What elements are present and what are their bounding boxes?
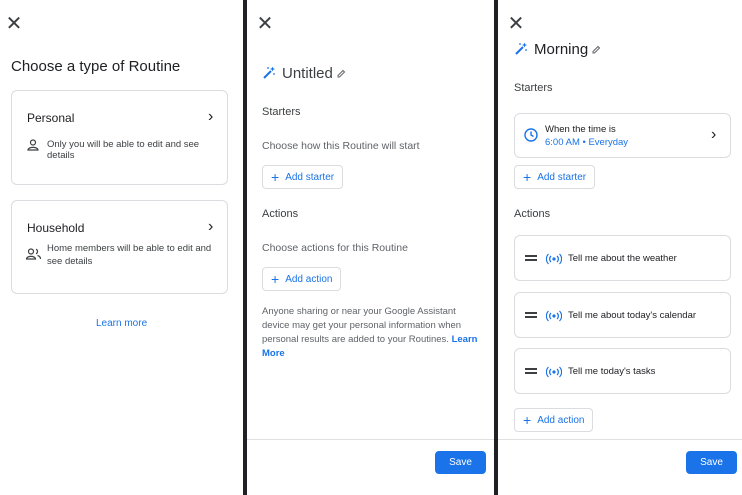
action-label: Tell me about the weather <box>568 253 677 264</box>
close-icon[interactable]: ✕ <box>506 14 526 34</box>
learn-more-link[interactable]: Learn more <box>96 318 147 329</box>
page-title: Choose a type of Routine <box>11 58 181 75</box>
add-starter-button[interactable]: + Add starter <box>514 165 596 189</box>
household-card[interactable]: Household › Home members will be able to… <box>11 200 228 294</box>
people-icon <box>26 248 41 260</box>
chevron-right-icon: › <box>208 108 214 125</box>
actions-hint: Choose actions for this Routine <box>262 242 408 254</box>
add-action-button[interactable]: + Add action <box>514 408 594 432</box>
edit-pencil-icon[interactable] <box>592 45 601 54</box>
broadcast-icon <box>546 366 562 378</box>
plus-icon: + <box>271 271 280 287</box>
footer-divider <box>498 439 742 440</box>
routine-type-screen: ✕ Choose a type of Routine Personal › On… <box>0 0 243 495</box>
drag-handle-icon[interactable] <box>525 255 537 261</box>
footer-divider <box>247 439 494 440</box>
add-starter-label: Add starter <box>285 171 335 183</box>
plus-icon: + <box>523 412 532 428</box>
disclaimer: Anyone sharing or near your Google Assis… <box>262 305 478 361</box>
chevron-right-icon: › <box>208 218 214 235</box>
action-card[interactable]: Tell me today's tasks <box>514 348 731 394</box>
edit-pencil-icon[interactable] <box>337 69 346 78</box>
magic-wand-icon <box>515 42 527 55</box>
starters-hint: Choose how this Routine will start <box>262 140 420 152</box>
add-starter-label: Add starter <box>537 171 587 183</box>
household-card-desc: Home members will be able to edit and se… <box>47 243 212 267</box>
personal-card-desc: Only you will be able to edit and see de… <box>47 139 200 161</box>
magic-wand-icon <box>263 66 275 79</box>
close-icon[interactable]: ✕ <box>255 14 275 34</box>
broadcast-icon <box>546 253 562 265</box>
drag-handle-icon[interactable] <box>525 368 537 374</box>
disclaimer-text: Anyone sharing or near your Google Assis… <box>262 306 462 345</box>
action-card[interactable]: Tell me about today's calendar <box>514 292 731 338</box>
starter-card[interactable]: When the time is 6:00 AM • Everyday › <box>514 113 731 158</box>
routine-name[interactable]: Untitled <box>282 65 333 82</box>
starter-detail: 6:00 AM • Everyday <box>545 137 629 148</box>
broadcast-icon <box>546 310 562 322</box>
personal-card[interactable]: Personal › Only you will be able to edit… <box>11 90 228 185</box>
household-card-title: Household <box>27 221 85 235</box>
personal-card-title: Personal <box>27 111 75 125</box>
action-label: Tell me today's tasks <box>568 366 656 377</box>
new-routine-screen: ✕ Untitled Starters Choose how this Rout… <box>247 0 494 495</box>
save-button[interactable]: Save <box>435 451 486 474</box>
chevron-right-icon: › <box>711 126 717 143</box>
action-card[interactable]: Tell me about the weather <box>514 235 731 281</box>
save-button[interactable]: Save <box>686 451 737 474</box>
clock-icon <box>524 128 538 142</box>
person-icon <box>27 139 39 151</box>
plus-icon: + <box>523 169 532 185</box>
action-label: Tell me about today's calendar <box>568 310 697 321</box>
morning-routine-screen: ✕ Morning Starters When the time is 6:00… <box>498 0 742 495</box>
starters-heading: Starters <box>262 106 301 118</box>
add-starter-button[interactable]: + Add starter <box>262 165 344 189</box>
add-action-button[interactable]: + Add action <box>262 267 342 291</box>
drag-handle-icon[interactable] <box>525 312 537 318</box>
add-action-label: Add action <box>285 273 333 285</box>
routine-name[interactable]: Morning <box>534 41 588 58</box>
actions-heading: Actions <box>262 208 299 220</box>
plus-icon: + <box>271 169 280 185</box>
actions-heading: Actions <box>514 208 551 220</box>
add-action-label: Add action <box>537 414 585 426</box>
starters-heading: Starters <box>514 82 553 94</box>
close-icon[interactable]: ✕ <box>4 14 24 34</box>
starter-title: When the time is <box>545 124 616 135</box>
